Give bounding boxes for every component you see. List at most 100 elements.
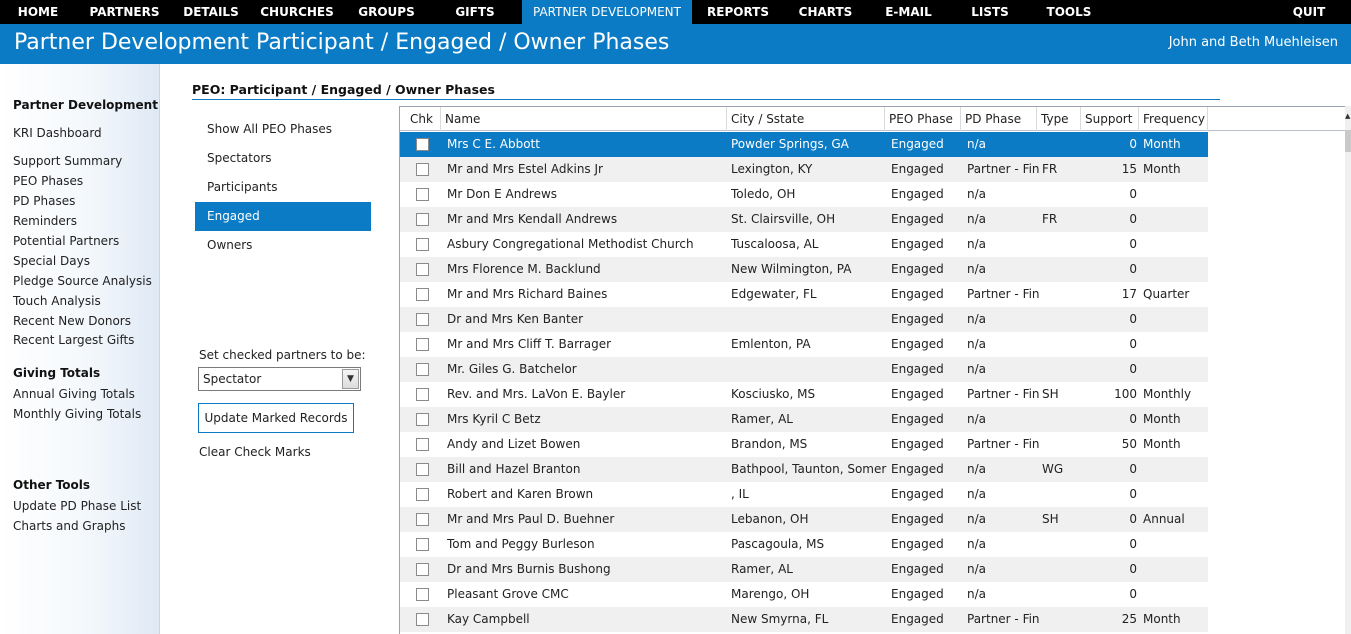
sidebar-link-pd-phases[interactable]: PD Phases <box>13 194 75 208</box>
row-checkbox[interactable] <box>416 438 429 451</box>
phase-show-all[interactable]: Show All PEO Phases <box>195 115 371 144</box>
scroll-up-icon[interactable]: ▲ <box>1345 112 1351 120</box>
sidebar-link-recent-new-donors[interactable]: Recent New Donors <box>13 314 131 328</box>
row-checkbox[interactable] <box>416 288 429 301</box>
row-checkbox[interactable] <box>416 363 429 376</box>
nav-lists[interactable]: LISTS <box>950 0 1030 24</box>
cell-pd: n/a <box>967 512 987 526</box>
phase-select[interactable]: Spectator ▼ <box>198 367 361 391</box>
table-row[interactable]: Rev. and Mrs. LaVon E. Bayler Kosciusko, … <box>400 382 1208 407</box>
sidebar-link-touch-analysis[interactable]: Touch Analysis <box>13 294 101 308</box>
cell-support: 0 <box>1129 362 1137 376</box>
sidebar-link-annual-giving-totals[interactable]: Annual Giving Totals <box>13 387 135 401</box>
sidebar-link-charts-and-graphs[interactable]: Charts and Graphs <box>13 519 126 533</box>
sidebar-link-pledge-source-analysis[interactable]: Pledge Source Analysis <box>13 274 152 288</box>
table-row[interactable]: Asbury Congregational Methodist Church Tu… <box>400 232 1208 257</box>
cell-peo: Engaged <box>891 512 944 526</box>
col-head-chk[interactable]: Chk <box>400 107 441 131</box>
sidebar-link-update-pd-phase-list[interactable]: Update PD Phase List <box>13 499 141 513</box>
table-row[interactable]: Tom and Peggy Burleson Pascagoula, MS Enga… <box>400 532 1208 557</box>
scrollbar-thumb[interactable] <box>1345 130 1351 152</box>
nav-home[interactable]: HOME <box>0 0 76 24</box>
row-checkbox[interactable] <box>416 613 429 626</box>
grid-scrollbar[interactable]: ▲ <box>1345 106 1351 634</box>
phase-engaged[interactable]: Engaged <box>195 202 371 231</box>
row-checkbox[interactable] <box>416 238 429 251</box>
table-row[interactable]: Mrs C E. Abbott Powder Springs, GA Engaged… <box>400 132 1208 157</box>
sidebar-link-potential-partners[interactable]: Potential Partners <box>13 234 119 248</box>
col-head-type[interactable]: Type <box>1037 107 1081 131</box>
row-checkbox[interactable] <box>416 213 429 226</box>
nav-churches[interactable]: CHURCHES <box>249 0 345 24</box>
row-checkbox[interactable] <box>416 513 429 526</box>
row-checkbox[interactable] <box>416 263 429 276</box>
col-head-frequency[interactable]: Frequency <box>1139 107 1208 131</box>
col-head-name[interactable]: Name <box>441 107 727 131</box>
row-checkbox[interactable] <box>416 413 429 426</box>
row-checkbox[interactable] <box>416 488 429 501</box>
cell-freq <box>1143 482 1207 507</box>
sidebar-link-kri-dashboard[interactable]: KRI Dashboard <box>13 126 102 140</box>
nav-tools[interactable]: TOOLS <box>1030 0 1108 24</box>
col-head-city[interactable]: City / Sstate <box>727 107 885 131</box>
cell-name: Mr and Mrs Estel Adkins Jr <box>447 162 603 176</box>
nav-details[interactable]: DETAILS <box>173 0 249 24</box>
table-row[interactable]: Mr and Mrs Richard Baines Edgewater, FL En… <box>400 282 1208 307</box>
table-row[interactable]: Mr and Mrs Kendall Andrews St. Clairsvill… <box>400 207 1208 232</box>
table-row[interactable]: Mr Don E Andrews Toledo, OH Engaged n/a 0 <box>400 182 1208 207</box>
nav-charts[interactable]: CHARTS <box>784 0 867 24</box>
row-checkbox[interactable] <box>416 138 429 151</box>
clear-check-marks-link[interactable]: Clear Check Marks <box>199 445 311 459</box>
cell-type <box>1042 432 1080 457</box>
sidebar-link-special-days[interactable]: Special Days <box>13 254 90 268</box>
col-head-support[interactable]: Support <box>1081 107 1139 131</box>
sidebar-link-reminders[interactable]: Reminders <box>13 214 77 228</box>
phase-participants[interactable]: Participants <box>195 173 371 202</box>
table-row[interactable]: Mrs Florence M. Backlund New Wilmington, … <box>400 257 1208 282</box>
cell-pd: Partner - Fina <box>967 612 1040 626</box>
cell-name: Mr. Giles G. Batchelor <box>447 362 577 376</box>
row-checkbox[interactable] <box>416 338 429 351</box>
table-row[interactable]: Mr and Mrs Estel Adkins Jr Lexington, KY E… <box>400 157 1208 182</box>
table-row[interactable]: Mrs Kyril C Betz Ramer, AL Engaged n/a 0 Mont… <box>400 407 1208 432</box>
col-head-peo-phase[interactable]: PEO Phase <box>885 107 961 131</box>
sidebar-link-monthly-giving-totals[interactable]: Monthly Giving Totals <box>13 407 141 421</box>
sidebar-link-peo-phases[interactable]: PEO Phases <box>13 174 83 188</box>
row-checkbox[interactable] <box>416 588 429 601</box>
chevron-down-icon[interactable]: ▼ <box>342 369 359 389</box>
cell-pd: Partner - Fina <box>967 387 1040 401</box>
table-row[interactable]: Robert and Karen Brown , IL Engaged n/a 0 <box>400 482 1208 507</box>
row-checkbox[interactable] <box>416 163 429 176</box>
phase-spectators[interactable]: Spectators <box>195 144 371 173</box>
nav-groups[interactable]: GROUPS <box>345 0 428 24</box>
row-checkbox[interactable] <box>416 388 429 401</box>
nav-email[interactable]: E-MAIL <box>867 0 950 24</box>
row-checkbox[interactable] <box>416 463 429 476</box>
nav-partner-development[interactable]: PARTNER DEVELOPMENT <box>522 0 692 24</box>
table-row[interactable]: Mr and Mrs Paul D. Buehner Lebanon, OH Eng… <box>400 507 1208 532</box>
table-row[interactable]: Pleasant Grove CMC Marengo, OH Engaged n/a 0 <box>400 582 1208 607</box>
row-checkbox[interactable] <box>416 188 429 201</box>
table-row[interactable]: Mr and Mrs Cliff T. Barrager Emlenton, PA… <box>400 332 1208 357</box>
row-checkbox[interactable] <box>416 313 429 326</box>
row-checkbox[interactable] <box>416 563 429 576</box>
table-row[interactable]: Mr. Giles G. Batchelor Engaged n/a 0 <box>400 357 1208 382</box>
nav-partners[interactable]: PARTNERS <box>76 0 173 24</box>
table-row[interactable]: Dr and Mrs Ken Banter Engaged n/a 0 <box>400 307 1208 332</box>
nav-gifts[interactable]: GIFTS <box>428 0 522 24</box>
nav-reports[interactable]: REPORTS <box>692 0 784 24</box>
nav-quit[interactable]: QUIT <box>1280 0 1338 24</box>
cell-freq <box>1143 457 1207 482</box>
cell-peo: Engaged <box>891 612 944 626</box>
table-row[interactable]: Bill and Hazel Branton Bathpool, Taunton,… <box>400 457 1208 482</box>
update-marked-records-button[interactable]: Update Marked Records <box>198 403 354 433</box>
sidebar-link-support-summary[interactable]: Support Summary <box>13 154 122 168</box>
cell-support: 15 <box>1121 162 1137 176</box>
row-checkbox[interactable] <box>416 538 429 551</box>
table-row[interactable]: Dr and Mrs Burnis Bushong Ramer, AL Engage… <box>400 557 1208 582</box>
table-row[interactable]: Andy and Lizet Bowen Brandon, MS Engaged Pa… <box>400 432 1208 457</box>
col-head-pd-phase[interactable]: PD Phase <box>961 107 1037 131</box>
phase-owners[interactable]: Owners <box>195 231 371 260</box>
sidebar-link-recent-largest-gifts[interactable]: Recent Largest Gifts <box>13 333 134 347</box>
table-row[interactable]: Kay Campbell New Smyrna, FL Engaged Partner… <box>400 607 1208 632</box>
